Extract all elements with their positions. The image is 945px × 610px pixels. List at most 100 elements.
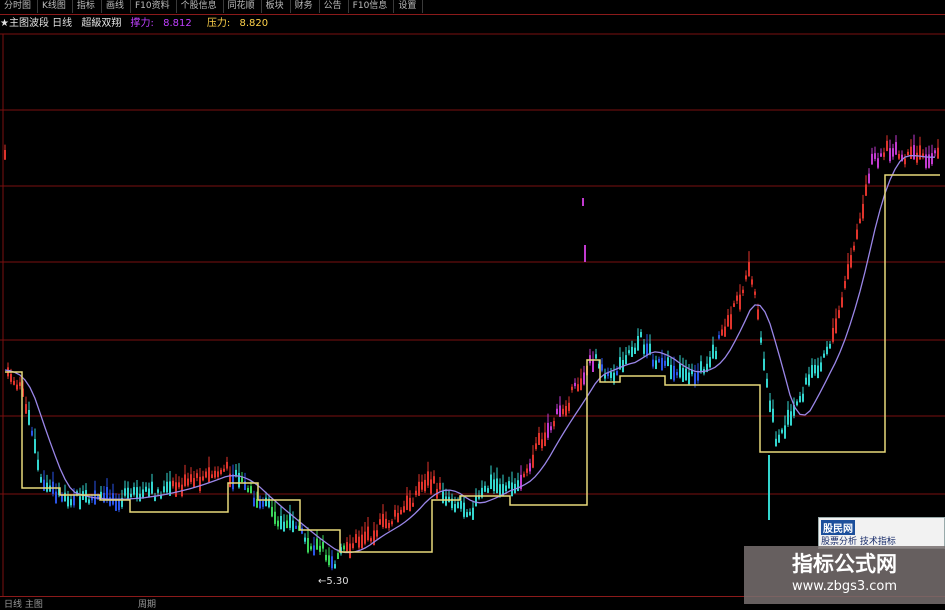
candle-body [364,531,366,544]
candle-body [487,488,489,493]
candle-body [880,153,882,157]
candle-body [886,140,888,152]
candle-body [850,255,852,268]
candle-body [406,495,408,510]
candle-body [724,326,726,337]
candle-body [643,344,645,354]
candle-body [310,546,312,550]
candle-body [823,353,825,358]
menu-item[interactable]: 个股信息 [177,0,224,13]
candle-body [40,477,42,483]
indicator-name[interactable]: 超級双翔 [81,18,121,29]
resistance-label: 压力: [206,18,231,29]
candle-body [592,359,594,372]
candle-body [25,404,27,414]
candle-body [580,378,582,391]
candle-body [136,487,138,499]
candle-body [751,279,753,285]
candlestick-chart[interactable] [0,0,945,609]
candle-body [916,152,918,163]
candle-body [811,365,813,378]
candle-body [16,384,18,390]
candle-body [847,264,849,280]
chart-name[interactable]: ★主图波段 日线 [0,18,72,29]
candle-body [883,152,885,157]
low-price-label: ←5.30 [318,576,349,587]
menu-item[interactable]: F10资料 [131,0,177,13]
menu-item[interactable]: 公告 [320,0,349,13]
candle-body [739,294,741,310]
candle-body [625,355,627,365]
candle-body [814,364,816,374]
candle-body [454,504,456,512]
menu-item[interactable]: F10信息 [349,0,395,13]
candle-body [526,468,528,473]
candle-body [115,500,117,511]
menu-item[interactable]: 板块 [262,0,291,13]
candle-body [862,203,864,219]
candle-body [28,409,30,425]
candle-body [730,314,732,329]
candle-body [31,430,33,436]
candle-body [856,229,858,239]
candle-body [472,507,474,520]
candle-body [667,357,669,367]
candle-body [427,471,429,486]
menu-item[interactable]: 设置 [394,0,424,13]
candle-body [178,482,180,488]
candle-body [142,489,144,498]
candle-body [421,481,423,490]
candle-body [817,365,819,379]
support-value: 8.812 [163,18,192,29]
candle-body [382,513,384,528]
candle-body [913,145,915,160]
candle-body [844,281,846,289]
candle-body [601,364,603,371]
candle-body [829,343,831,349]
resistance-value: 8.820 [239,18,269,29]
candle-body [199,476,201,491]
candle-body [463,502,465,517]
bottom-left-label[interactable]: 日线 主图 [4,597,43,610]
candle-body [259,500,261,509]
candle-body [904,158,906,165]
candle-body [589,355,591,364]
watermark-title: 指标公式网 [792,552,897,576]
candle-body [631,346,633,357]
candle-body [118,500,120,511]
candle-body [247,487,249,492]
candle-body [865,184,867,196]
candle-body [13,380,15,385]
menu-item[interactable]: 财务 [291,0,320,13]
candle-body [937,147,939,159]
candle-body [70,499,72,506]
candle-body [223,468,225,472]
menu-item[interactable]: 同花顺 [224,0,262,13]
candle-body [433,476,435,484]
menu-item[interactable]: 分时图 [0,0,39,13]
candle-body [286,520,288,529]
menu-item[interactable]: 画线 [102,0,131,13]
menu-item[interactable]: 指标 [73,0,102,13]
candle-body [349,543,351,558]
candle-body [187,478,189,486]
bottom-mid-label[interactable]: 周期 [138,597,156,610]
candle-body [127,487,129,499]
candle-body [316,538,318,550]
candle-body [787,409,789,425]
candle-body [700,361,702,373]
candle-body [763,358,765,371]
candle-body [397,512,399,523]
candle-body [355,534,357,543]
candle-body [67,496,69,507]
candle-body [553,421,555,427]
candle-body [145,486,147,492]
candle-body [559,405,561,417]
candle-body [658,358,660,363]
candle-body [802,393,804,402]
candle-body [430,479,432,494]
candle-body [841,297,843,308]
candle-body [124,488,126,496]
candle-body [439,482,441,490]
menu-item[interactable]: K线图 [38,0,73,13]
